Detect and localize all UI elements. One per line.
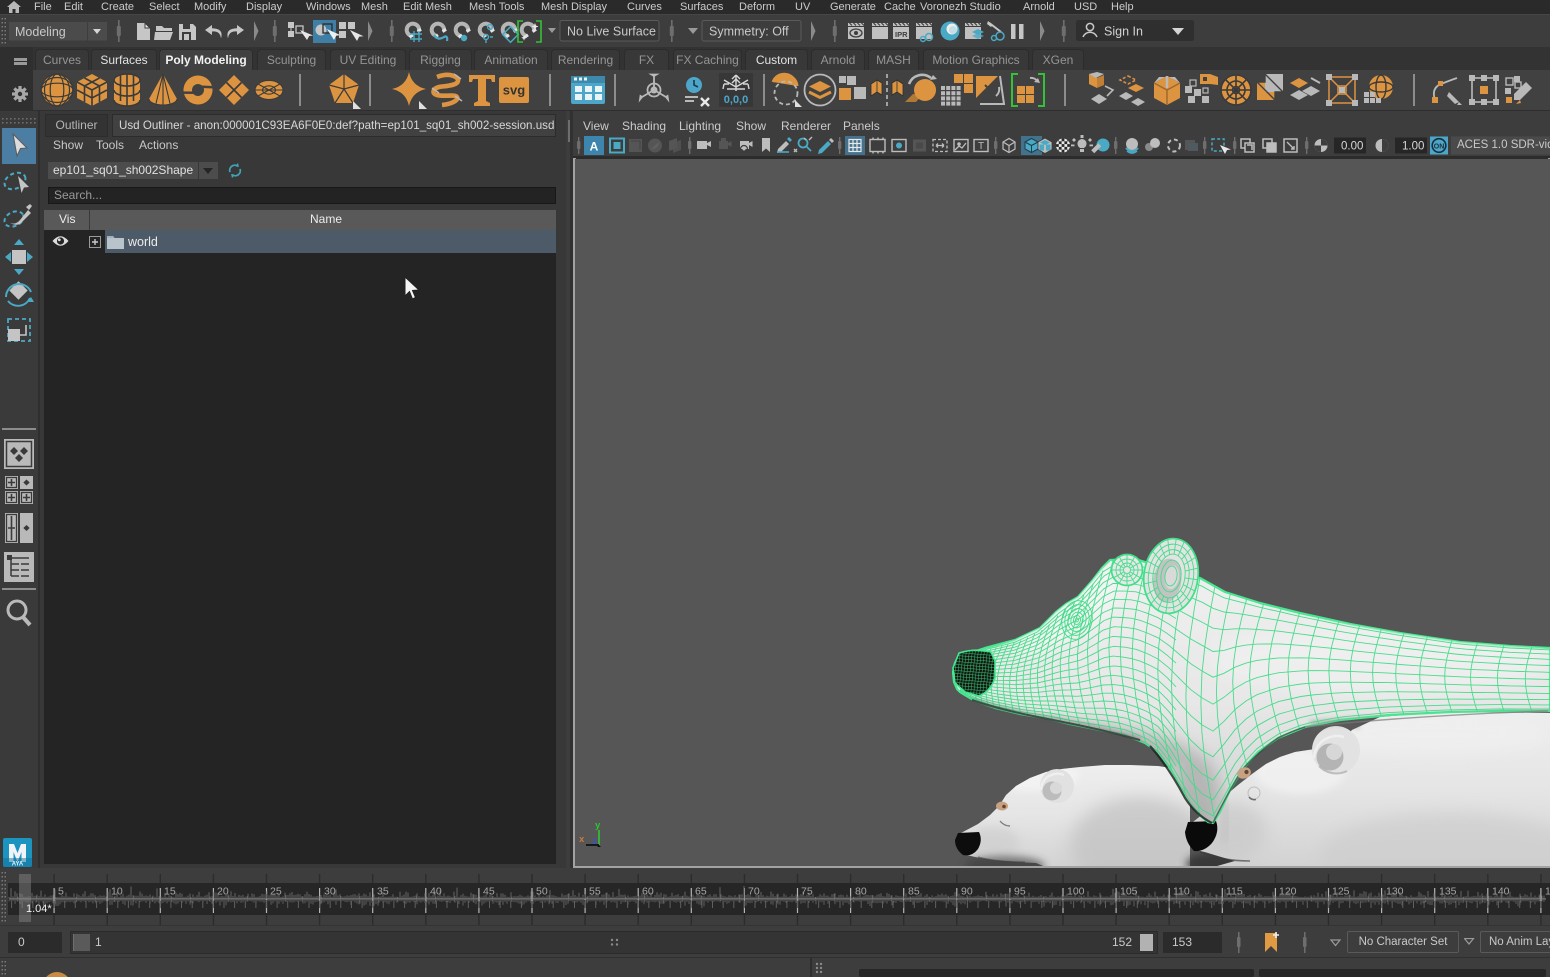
svg-text:svg: svg [503,83,525,98]
svg-text:A: A [590,140,599,154]
svg-text:55: 55 [589,886,601,898]
svg-text:115: 115 [1226,886,1243,898]
svg-text:15: 15 [164,886,176,898]
svg-text:105: 105 [1120,886,1138,898]
svg-text:1.00: 1.00 [1402,141,1424,153]
svg-text:50: 50 [536,886,548,898]
svg-text:z: z [592,837,597,847]
svg-text:0,0,0: 0,0,0 [724,94,748,106]
svg-text:120: 120 [1279,886,1297,898]
svg-text:35: 35 [377,886,389,898]
svg-text:125: 125 [1332,886,1350,898]
svg-text:40: 40 [430,886,442,898]
svg-text:y: y [595,821,601,831]
svg-text:Symmetry: Off: Symmetry: Off [709,25,789,39]
svg-text:AYA: AYA [12,862,24,868]
svg-text:T: T [978,141,984,152]
svg-text:No Live Surface: No Live Surface [567,25,656,39]
svg-text:80: 80 [855,886,867,898]
svg-text:75: 75 [801,886,813,898]
svg-text:145: 145 [1545,886,1550,898]
svg-text:70: 70 [748,886,760,898]
svg-text:10: 10 [111,886,123,898]
svg-text:Sign In: Sign In [1104,25,1143,39]
svg-text:95: 95 [1014,886,1026,898]
svg-text:135: 135 [1439,886,1457,898]
svg-text:140: 140 [1492,886,1510,898]
svg-text:65: 65 [695,886,707,898]
svg-text:ON: ON [1434,143,1445,150]
svg-text:IPR: IPR [895,30,908,39]
svg-text:x: x [579,835,585,845]
svg-text:0.00: 0.00 [1341,141,1363,153]
svg-text:5: 5 [58,886,64,898]
svg-text:30: 30 [324,886,336,898]
svg-text:25: 25 [270,886,282,898]
svg-text:100: 100 [1067,886,1085,898]
svg-text:45: 45 [483,886,495,898]
svg-text:1.04*: 1.04* [26,903,52,915]
svg-text:85: 85 [908,886,920,898]
svg-text:20: 20 [217,886,229,898]
svg-text:110: 110 [1173,886,1190,898]
svg-text:90: 90 [961,886,973,898]
svg-text:Modeling: Modeling [15,25,66,39]
svg-text:130: 130 [1386,886,1404,898]
svg-text:60: 60 [642,886,654,898]
